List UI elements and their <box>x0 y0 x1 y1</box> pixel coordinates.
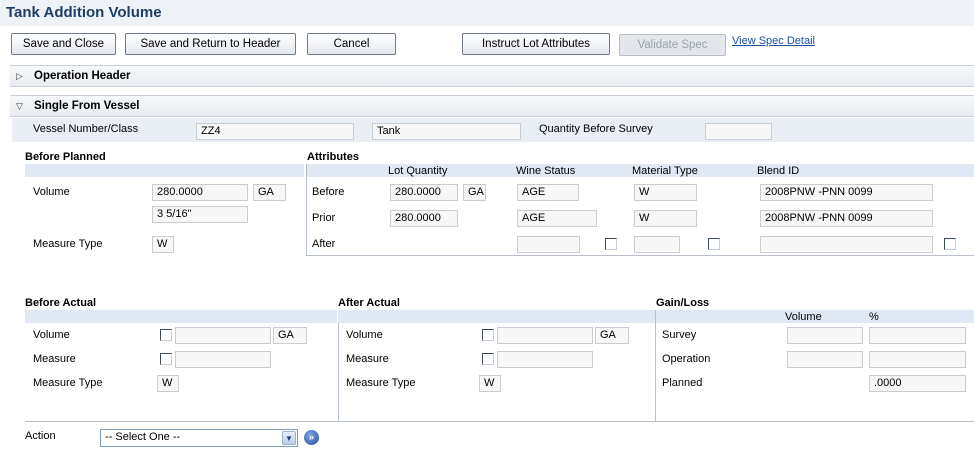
divider <box>25 421 974 422</box>
wine-status-checkbox[interactable] <box>605 238 617 250</box>
toolbar: Save and Close Save and Return to Header… <box>0 26 974 62</box>
gain-loss-heading: Gain/Loss <box>656 297 710 309</box>
qty-before-survey-field[interactable] <box>705 123 772 140</box>
action-select[interactable]: -- Select One -- ▼ <box>100 429 298 447</box>
blend-id-field[interactable] <box>760 236 933 253</box>
divider <box>306 255 974 256</box>
material-type-checkbox[interactable] <box>708 238 720 250</box>
col-gl-pct: % <box>869 311 879 323</box>
gl-operation-volume-field[interactable] <box>787 351 863 368</box>
aa-volume-label: Volume <box>346 329 383 341</box>
bp-measure-type-field[interactable]: W <box>152 236 174 253</box>
gl-survey-volume-field[interactable] <box>787 327 863 344</box>
col-blend-id: Blend ID <box>757 165 800 177</box>
after-actual-heading: After Actual <box>338 297 400 309</box>
wine-status-field[interactable] <box>517 236 580 253</box>
gl-survey-label: Survey <box>662 329 697 341</box>
ba-volume-label: Volume <box>33 329 70 341</box>
collapse-icon[interactable]: ▽ <box>16 101 23 112</box>
ba-measure-type-field[interactable]: W <box>157 375 179 392</box>
operation-header-section[interactable]: ▷ Operation Header <box>10 65 974 87</box>
wine-status-field[interactable]: AGE <box>517 210 597 227</box>
aa-volume-field[interactable] <box>497 327 593 344</box>
attributes-heading: Attributes <box>307 151 359 163</box>
wine-status-field[interactable]: AGE <box>517 184 579 201</box>
ba-volume-uom-field[interactable]: GA <box>273 327 307 344</box>
aa-volume-checkbox[interactable] <box>482 329 494 341</box>
view-spec-detail-link[interactable]: View Spec Detail <box>732 35 815 47</box>
ba-measure-type-label: Measure Type <box>33 377 103 389</box>
col-material-type: Material Type <box>632 165 698 177</box>
expand-icon[interactable]: ▷ <box>16 71 23 82</box>
after-actual-band <box>338 310 655 323</box>
divider <box>306 164 307 255</box>
single-from-vessel-section[interactable]: ▽ Single From Vessel <box>10 95 974 117</box>
material-type-field[interactable]: W <box>634 184 697 201</box>
page-title: Tank Addition Volume <box>6 4 162 21</box>
col-gl-volume: Volume <box>785 311 822 323</box>
divider <box>338 310 339 421</box>
title-bar: Tank Addition Volume <box>0 0 974 26</box>
lot-qty-field[interactable]: 280.0000 <box>390 210 458 227</box>
lot-qty-field[interactable]: 280.0000 <box>390 184 458 201</box>
save-and-return-button[interactable]: Save and Return to Header <box>125 33 296 55</box>
bp-measure-field[interactable]: 3 5/16" <box>152 206 248 223</box>
gl-operation-pct-field[interactable] <box>869 351 966 368</box>
vessel-number-field[interactable]: ZZ4 <box>196 123 354 140</box>
cancel-button[interactable]: Cancel <box>307 33 396 55</box>
aa-measure-field[interactable] <box>497 351 593 368</box>
chevron-down-icon: ▼ <box>282 431 296 445</box>
operation-header-label: Operation Header <box>34 70 131 82</box>
col-wine-status: Wine Status <box>516 165 576 177</box>
action-select-value: -- Select One -- <box>105 431 181 443</box>
lot-uom-field[interactable]: GA <box>463 184 486 201</box>
bp-volume-label: Volume <box>33 186 70 198</box>
action-label: Action <box>25 430 56 442</box>
blend-id-field[interactable]: 2008PNW -PNN 0099 <box>760 210 933 227</box>
gl-planned-pct-field[interactable]: .0000 <box>869 375 966 392</box>
material-type-field[interactable] <box>634 236 680 253</box>
save-and-close-button[interactable]: Save and Close <box>11 33 116 55</box>
material-type-field[interactable]: W <box>634 210 697 227</box>
aa-measure-type-field[interactable]: W <box>479 375 501 392</box>
gl-operation-label: Operation <box>662 353 711 365</box>
go-icon[interactable]: » <box>304 430 319 445</box>
instruct-lot-attributes-button[interactable]: Instruct Lot Attributes <box>462 33 610 55</box>
aa-measure-type-label: Measure Type <box>346 377 416 389</box>
attr-row-label: After <box>312 238 336 250</box>
divider <box>655 310 656 421</box>
before-actual-band <box>25 310 337 323</box>
vessel-label: Vessel Number/Class <box>33 123 139 135</box>
before-planned-heading: Before Planned <box>25 151 106 163</box>
ba-volume-checkbox[interactable] <box>160 329 172 341</box>
blend-id-field[interactable]: 2008PNW -PNN 0099 <box>760 184 933 201</box>
aa-measure-checkbox[interactable] <box>482 353 494 365</box>
col-lot-quantity: Lot Quantity <box>388 165 448 177</box>
blend-id-checkbox[interactable] <box>944 238 956 250</box>
aa-volume-uom-field[interactable]: GA <box>595 327 629 344</box>
validate-spec-button[interactable]: Validate Spec <box>619 34 726 56</box>
single-from-vessel-label: Single From Vessel <box>34 100 140 112</box>
before-actual-heading: Before Actual <box>25 297 97 309</box>
bp-measure-type-label: Measure Type <box>33 238 103 250</box>
qty-before-survey-label: Quantity Before Survey <box>539 123 653 135</box>
gl-survey-pct-field[interactable] <box>869 327 966 344</box>
ba-measure-label: Measure <box>33 353 76 365</box>
attr-row-label: Before <box>312 186 345 198</box>
gl-planned-label: Planned <box>662 377 703 389</box>
vessel-class-field[interactable]: Tank <box>372 123 521 140</box>
ba-volume-field[interactable] <box>175 327 271 344</box>
attr-row-label: Prior <box>312 212 336 224</box>
aa-measure-label: Measure <box>346 353 389 365</box>
before-planned-band <box>25 164 304 177</box>
bp-volume-field[interactable]: 280.0000 <box>152 184 248 201</box>
ba-measure-checkbox[interactable] <box>160 353 172 365</box>
bp-volume-uom-field[interactable]: GA <box>253 184 286 201</box>
ba-measure-field[interactable] <box>175 351 271 368</box>
